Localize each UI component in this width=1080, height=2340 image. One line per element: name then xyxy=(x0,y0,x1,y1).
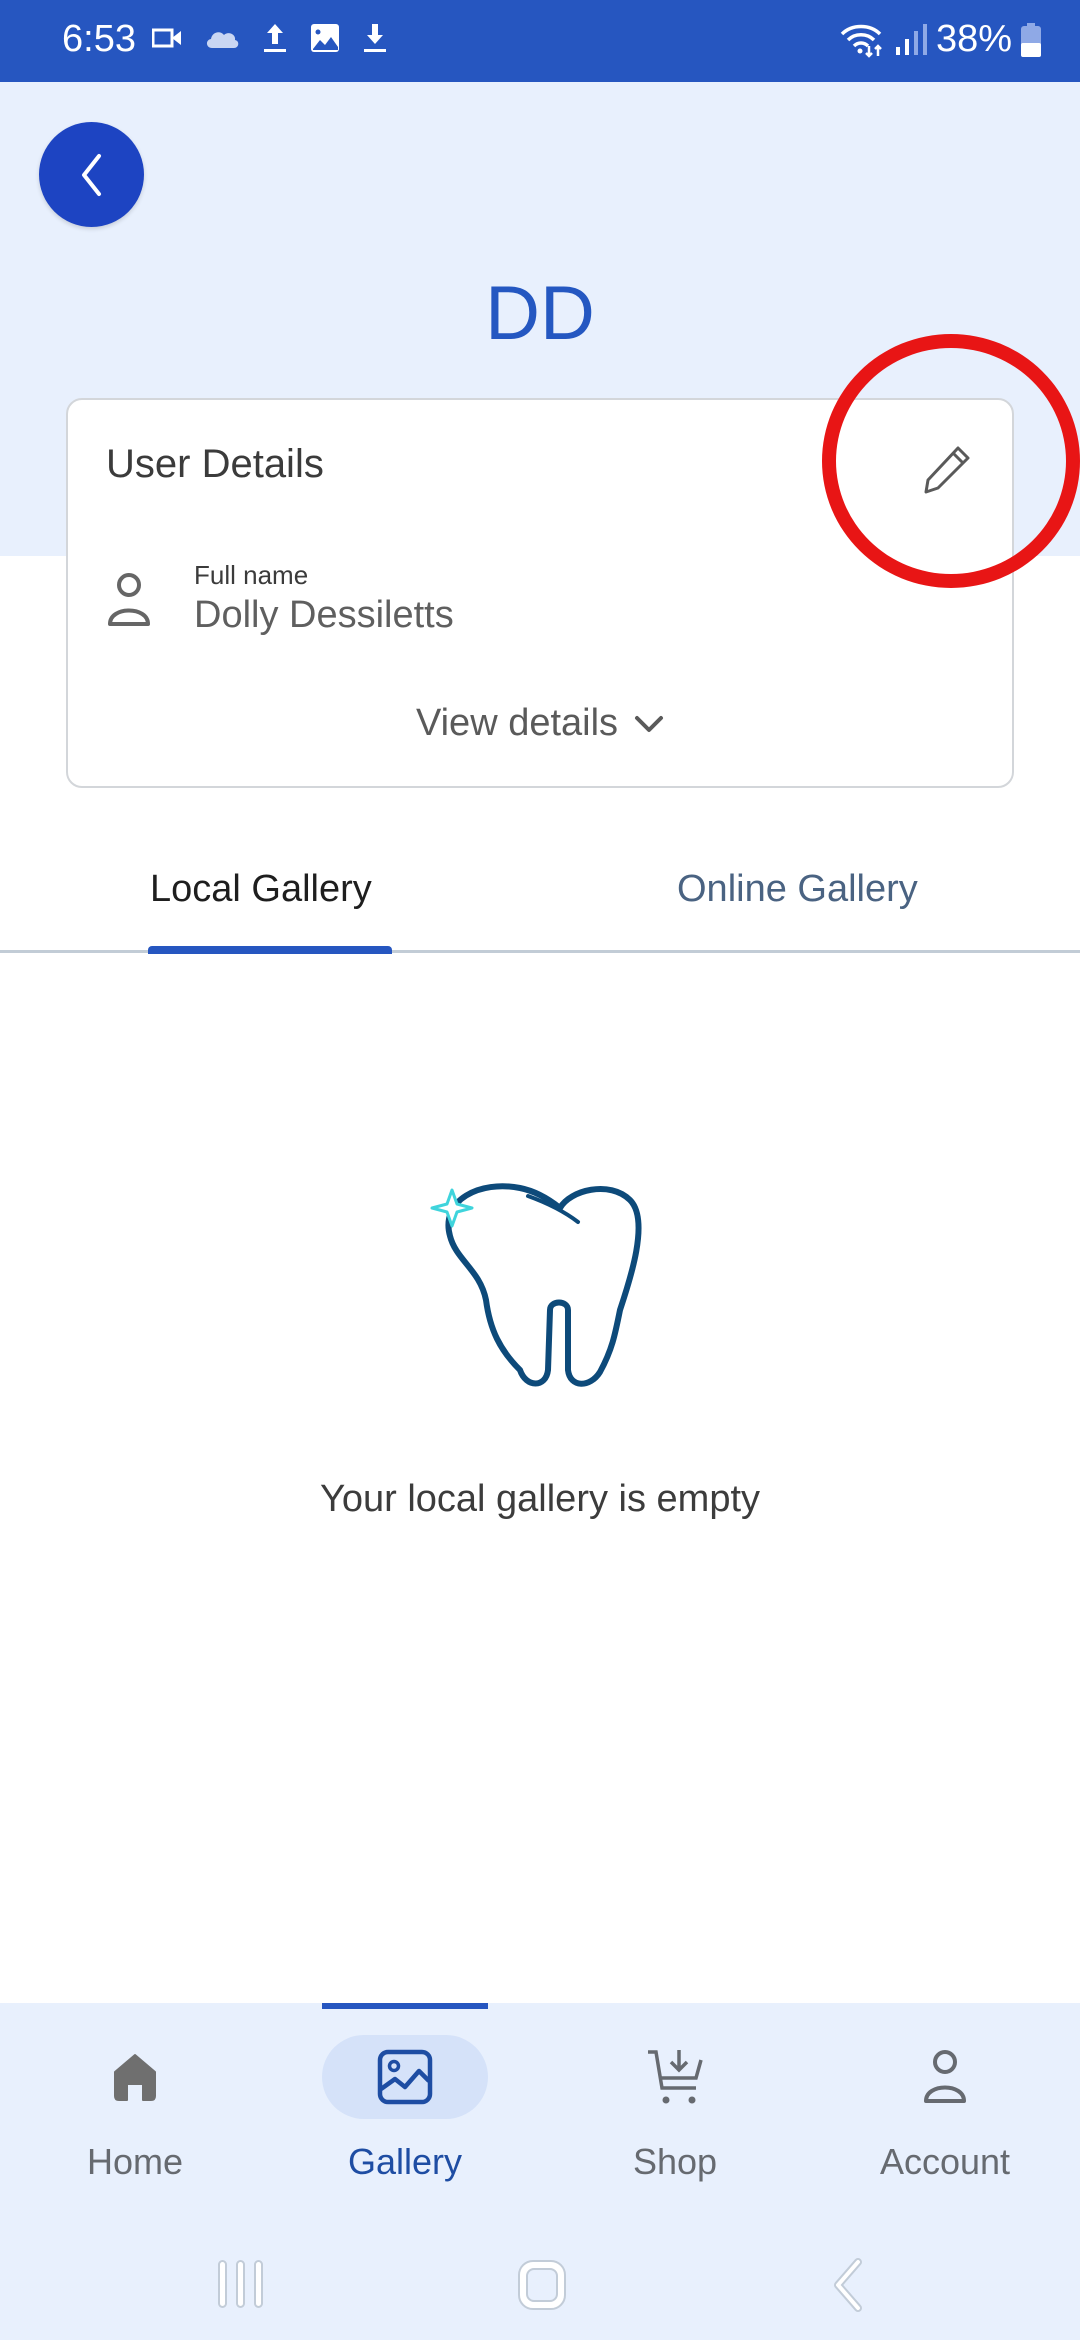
pencil-icon xyxy=(924,446,970,494)
upload-icon xyxy=(264,24,286,52)
person-icon xyxy=(108,573,150,626)
video-icon xyxy=(152,28,181,48)
nav-label-home: Home xyxy=(86,2141,184,2182)
chevron-down-icon xyxy=(635,715,664,732)
status-notification-icons xyxy=(152,22,388,54)
nav-label-account: Account xyxy=(879,2141,1011,2182)
chevron-left-icon xyxy=(81,153,101,196)
gallery-tabs: Local Gallery Online Gallery xyxy=(0,846,1080,954)
status-right-icons: 38% xyxy=(840,18,1042,61)
status-time: 6:53 xyxy=(62,18,136,60)
system-back-button[interactable] xyxy=(828,2258,864,2312)
active-tab-indicator xyxy=(148,946,392,954)
nav-item-shop[interactable]: Shop xyxy=(540,2035,810,2195)
nav-label-shop: Shop xyxy=(632,2141,718,2182)
user-initials: DD xyxy=(485,271,595,356)
recents-button[interactable] xyxy=(216,2258,266,2312)
image-icon xyxy=(311,24,339,52)
battery-icon xyxy=(1021,22,1041,57)
nav-item-account[interactable]: Account xyxy=(810,2035,1080,2195)
edit-button[interactable] xyxy=(914,438,978,502)
back-button[interactable] xyxy=(39,122,144,227)
empty-gallery-message: Your local gallery is empty xyxy=(319,1478,761,1520)
download-icon xyxy=(364,24,386,52)
system-navigation-bar xyxy=(0,2240,1080,2340)
home-icon xyxy=(114,2054,156,2101)
user-details-card: User Details Full name Dolly Dessiletts … xyxy=(66,398,1014,788)
status-bar: 6:53 38% xyxy=(0,0,1080,82)
full-name-label: Full name xyxy=(194,560,309,590)
battery-percent: 38% xyxy=(935,18,1012,60)
tab-online-gallery[interactable]: Online Gallery xyxy=(677,868,918,911)
nav-item-home[interactable]: Home xyxy=(0,2035,270,2195)
home-button[interactable] xyxy=(516,2258,568,2312)
tab-local-gallery[interactable]: Local Gallery xyxy=(150,868,372,911)
signal-icon xyxy=(895,23,927,55)
full-name-value: Dolly Dessiletts xyxy=(194,594,454,636)
nav-label-gallery: Gallery xyxy=(347,2141,463,2182)
card-title: User Details xyxy=(106,442,324,486)
nav-active-indicator xyxy=(322,2003,488,2009)
nav-item-gallery[interactable]: Gallery xyxy=(270,2035,540,2195)
cloud-icon xyxy=(206,32,239,48)
wifi-icon xyxy=(840,24,882,58)
tooth-icon xyxy=(430,1183,642,1387)
gallery-icon xyxy=(377,2049,433,2105)
cart-icon xyxy=(648,2050,703,2104)
view-details-button[interactable]: View details xyxy=(68,702,1012,745)
account-icon xyxy=(924,2050,966,2103)
view-details-label: View details xyxy=(415,702,619,744)
